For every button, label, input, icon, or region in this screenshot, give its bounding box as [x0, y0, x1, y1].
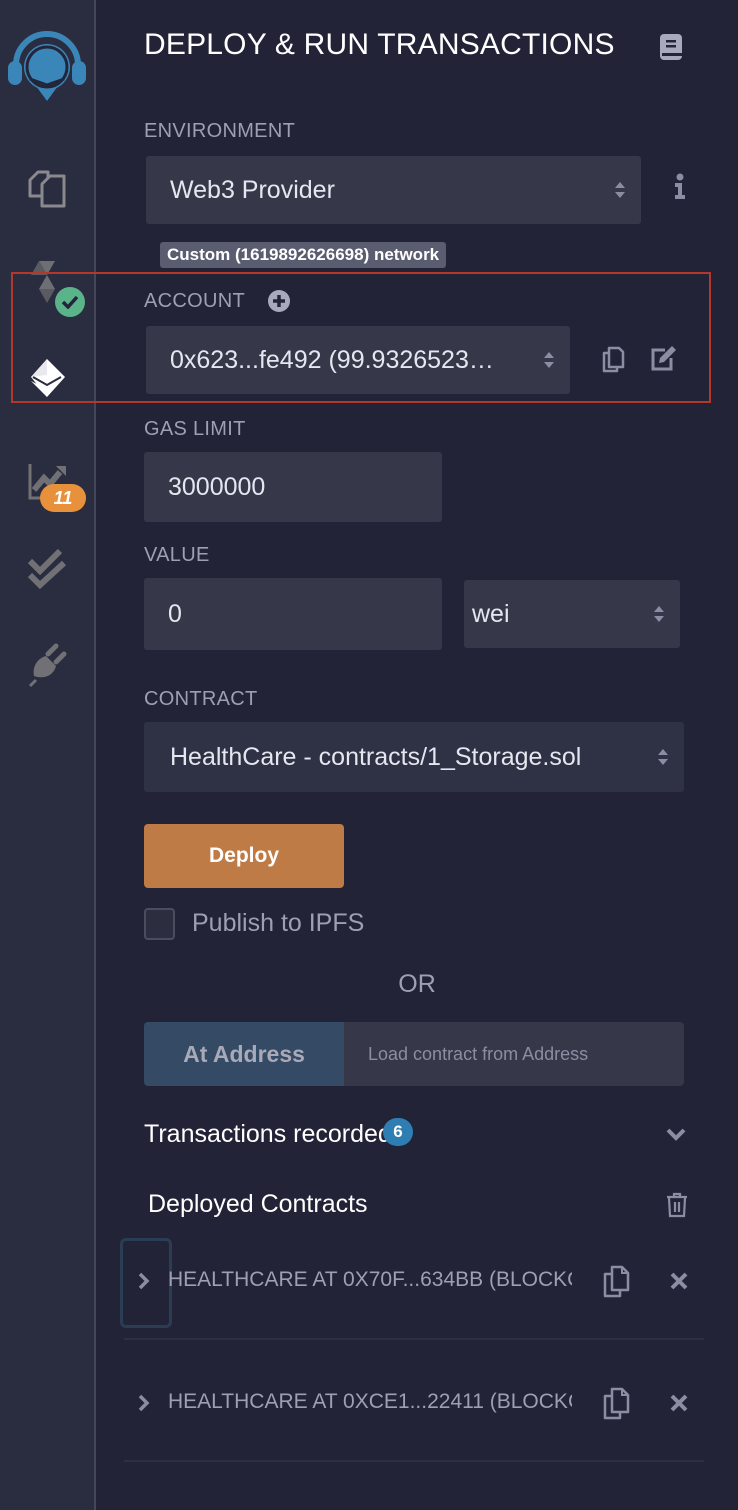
contract-value: HealthCare - contracts/1_Storage.sol	[170, 742, 582, 771]
page-title: DEPLOY & RUN TRANSACTIONS	[144, 28, 615, 61]
trash-icon[interactable]	[664, 1190, 690, 1220]
value-label: VALUE	[144, 544, 210, 566]
contract-instance-name: HEALTHCARE AT 0X70F...634BB (BLOCKCHAIN)	[168, 1268, 572, 1291]
environment-select[interactable]: Web3 Provider	[146, 156, 641, 224]
contract-label: CONTRACT	[144, 688, 258, 710]
info-icon[interactable]	[668, 172, 692, 202]
select-arrows-icon	[654, 606, 664, 622]
environment-value: Web3 Provider	[170, 175, 335, 204]
transactions-recorded-toggle[interactable]: Transactions recorded	[144, 1120, 392, 1149]
network-badge: Custom (1619892626698) network	[160, 242, 447, 268]
select-arrows-icon	[615, 182, 625, 198]
analysis-badge: 11	[40, 484, 86, 512]
value-input[interactable]: 0	[144, 578, 442, 650]
annotation-highlight-box	[11, 272, 711, 403]
plug-icon[interactable]	[0, 640, 94, 690]
deployed-contract-item[interactable]: HEALTHCARE AT 0XCE1...22411 (BLOCKCHAIN)	[124, 1342, 704, 1462]
at-address-button[interactable]: At Address	[144, 1022, 344, 1086]
copy-address-icon[interactable]	[602, 1264, 630, 1303]
chevron-right-icon[interactable]	[138, 1394, 150, 1417]
select-arrows-icon	[658, 749, 668, 765]
transactions-count-badge: 6	[383, 1118, 413, 1146]
gas-limit-label: GAS LIMIT	[144, 418, 246, 440]
contract-select[interactable]: HealthCare - contracts/1_Storage.sol	[144, 722, 684, 792]
icon-panel: 11	[0, 0, 94, 1510]
remix-logo-icon[interactable]	[0, 22, 94, 106]
at-address-placeholder: Load contract from Address	[368, 1043, 589, 1064]
documentation-icon[interactable]	[659, 33, 683, 66]
or-divider: OR	[398, 970, 436, 998]
double-check-icon[interactable]	[0, 546, 94, 594]
value-unit-select[interactable]: wei	[464, 580, 680, 648]
deployed-contracts-title: Deployed Contracts	[148, 1190, 368, 1218]
gas-limit-value: 3000000	[168, 472, 266, 501]
value-amount: 0	[168, 599, 182, 628]
gas-limit-input[interactable]: 3000000	[144, 452, 442, 522]
deploy-button[interactable]: Deploy	[144, 824, 344, 888]
deploy-run-panel: DEPLOY & RUN TRANSACTIONS ENVIRONMENT We…	[96, 0, 738, 1510]
files-icon[interactable]	[0, 160, 94, 214]
environment-label: ENVIRONMENT	[144, 120, 296, 142]
close-icon[interactable]	[670, 1272, 688, 1295]
copy-address-icon[interactable]	[602, 1386, 630, 1425]
deployed-contract-item[interactable]: HEALTHCARE AT 0X70F...634BB (BLOCKCHAIN)	[120, 1220, 704, 1340]
value-unit: wei	[472, 599, 510, 628]
chevron-right-icon[interactable]	[138, 1272, 150, 1295]
close-icon[interactable]	[670, 1394, 688, 1417]
contract-instance-name: HEALTHCARE AT 0XCE1...22411 (BLOCKCHAIN)	[168, 1390, 572, 1413]
publish-ipfs-label[interactable]: Publish to IPFS	[192, 909, 364, 938]
publish-ipfs-checkbox[interactable]	[144, 908, 175, 940]
at-address-input[interactable]: Load contract from Address	[344, 1022, 684, 1086]
chevron-down-icon[interactable]	[664, 1122, 688, 1146]
